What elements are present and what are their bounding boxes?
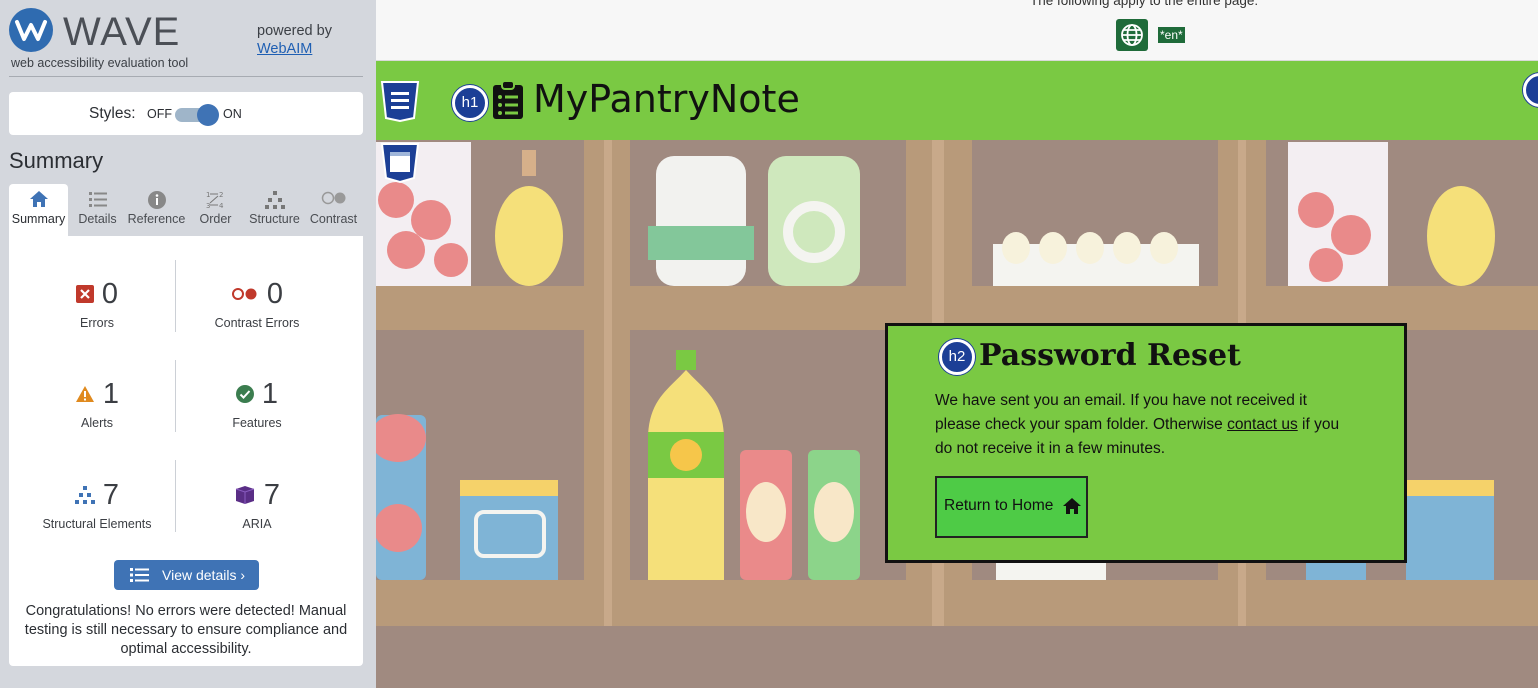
toggle-knob[interactable] bbox=[197, 104, 219, 126]
password-reset-card: h2 Password Reset We have sent you an em… bbox=[885, 323, 1407, 563]
toggle-on-label: ON bbox=[223, 107, 242, 121]
home-icon bbox=[1063, 498, 1081, 514]
contrast-errors-count: 0 bbox=[266, 277, 284, 310]
site-navbar: h1 MyPantryNote bbox=[376, 61, 1538, 140]
tab-details[interactable]: Details bbox=[68, 184, 127, 236]
stat-structural[interactable]: 7 Structural Elements bbox=[9, 475, 185, 555]
toggle-off-label: OFF bbox=[147, 107, 172, 121]
region-structure-icon[interactable] bbox=[380, 142, 420, 184]
globe-icon[interactable] bbox=[1116, 19, 1148, 51]
stat-errors[interactable]: 0 Errors bbox=[9, 274, 185, 354]
h1-badge[interactable]: h1 bbox=[452, 85, 488, 121]
tab-label: Order bbox=[199, 212, 232, 226]
aria-label: ARIA bbox=[242, 517, 272, 531]
powered-by: powered by WebAIM bbox=[257, 22, 332, 58]
reset-message: We have sent you an email. If you have n… bbox=[935, 389, 1355, 461]
aria-cube-icon bbox=[235, 486, 255, 504]
styles-label: Styles: bbox=[89, 105, 136, 122]
tab-summary[interactable]: Summary bbox=[9, 184, 68, 236]
tab-label: Details bbox=[78, 212, 117, 226]
tab-label: Structure bbox=[249, 212, 300, 226]
contrast-icon bbox=[304, 184, 363, 210]
svg-text:3: 3 bbox=[206, 202, 210, 210]
wave-logo-icon bbox=[9, 8, 53, 52]
view-details-label: View details › bbox=[162, 567, 246, 583]
home-icon bbox=[9, 184, 68, 210]
alerts-label: Alerts bbox=[81, 416, 113, 430]
order-icon: 1 2 3 4 bbox=[186, 184, 245, 210]
language-badge[interactable]: *en* bbox=[1158, 27, 1185, 43]
stat-contrast-errors[interactable]: 0 Contrast Errors bbox=[169, 274, 345, 354]
wave-header: WAVE web accessibility evaluation tool p… bbox=[9, 8, 369, 74]
tab-order[interactable]: 1 2 3 4 Order bbox=[186, 184, 245, 236]
wave-sidebar: WAVE web accessibility evaluation tool p… bbox=[0, 0, 376, 688]
structural-label: Structural Elements bbox=[42, 517, 152, 531]
feature-check-icon bbox=[235, 385, 254, 403]
stat-aria[interactable]: 7 ARIA bbox=[169, 475, 345, 555]
tab-label: Reference bbox=[127, 212, 186, 226]
aria-count: 7 bbox=[263, 478, 281, 511]
wave-tabs: Summary Details Reference 1 2 3 4 Order Str… bbox=[9, 184, 363, 236]
features-label: Features bbox=[232, 416, 282, 430]
reset-heading: Password Reset bbox=[979, 338, 1241, 373]
contrast-errors-label: Contrast Errors bbox=[214, 316, 300, 330]
powered-by-label: powered by bbox=[257, 23, 332, 39]
header-structure-icon[interactable] bbox=[380, 80, 420, 122]
stat-alerts[interactable]: 1 Alerts bbox=[9, 374, 185, 454]
tab-reference[interactable]: Reference bbox=[127, 184, 186, 236]
contrast-error-icon bbox=[231, 288, 257, 300]
contact-us-link[interactable]: contact us bbox=[1227, 416, 1298, 433]
errors-label: Errors bbox=[79, 316, 115, 330]
alert-icon bbox=[75, 386, 94, 402]
structure-icon bbox=[74, 486, 95, 504]
h2-badge[interactable]: h2 bbox=[939, 339, 975, 375]
evaluated-page: The following apply to the entire page: … bbox=[376, 0, 1538, 688]
language-note: The following apply to the entire page: bbox=[1030, 0, 1259, 8]
errors-count: 0 bbox=[101, 277, 119, 310]
error-icon bbox=[75, 285, 94, 303]
nav-menu-badge[interactable] bbox=[1523, 73, 1538, 107]
tab-structure[interactable]: Structure bbox=[245, 184, 304, 236]
sidebar-divider bbox=[9, 76, 363, 77]
webaim-link[interactable]: WebAIM bbox=[257, 40, 332, 58]
info-icon bbox=[127, 184, 186, 210]
tab-label: Summary bbox=[11, 212, 66, 226]
list-icon bbox=[68, 184, 127, 210]
wave-screen: WAVE web accessibility evaluation tool p… bbox=[0, 0, 1538, 688]
congrats-message: Congratulations! No errors were detected… bbox=[24, 603, 348, 657]
svg-text:2: 2 bbox=[219, 191, 223, 199]
svg-text:4: 4 bbox=[219, 202, 224, 210]
styles-toggle-box: Styles: OFF ON bbox=[9, 92, 363, 135]
styles-toggle[interactable] bbox=[175, 104, 219, 126]
tab-contrast[interactable]: Contrast bbox=[304, 184, 363, 236]
tab-label: Contrast bbox=[309, 212, 358, 226]
stat-features[interactable]: 1 Features bbox=[169, 374, 345, 454]
summary-heading: Summary bbox=[9, 148, 104, 173]
structural-count: 7 bbox=[102, 478, 120, 511]
site-brand[interactable]: MyPantryNote bbox=[533, 77, 800, 121]
summary-panel: 0 Errors 0 Contrast Errors 1 Alerts 1 Fe… bbox=[9, 236, 363, 666]
page-language-area: The following apply to the entire page: … bbox=[376, 0, 1538, 61]
return-home-label: Return to Home bbox=[944, 497, 1054, 514]
wave-tagline: web accessibility evaluation tool bbox=[11, 56, 189, 70]
return-home-button[interactable]: Return to Home bbox=[935, 476, 1088, 538]
svg-text:1: 1 bbox=[206, 191, 210, 199]
wave-wordmark: WAVE bbox=[63, 10, 181, 54]
features-count: 1 bbox=[261, 377, 279, 410]
structure-icon bbox=[245, 184, 304, 210]
alerts-count: 1 bbox=[102, 377, 120, 410]
view-details-button[interactable]: View details › bbox=[114, 560, 259, 590]
clipboard-list-icon bbox=[493, 80, 523, 119]
list-icon bbox=[130, 568, 149, 582]
